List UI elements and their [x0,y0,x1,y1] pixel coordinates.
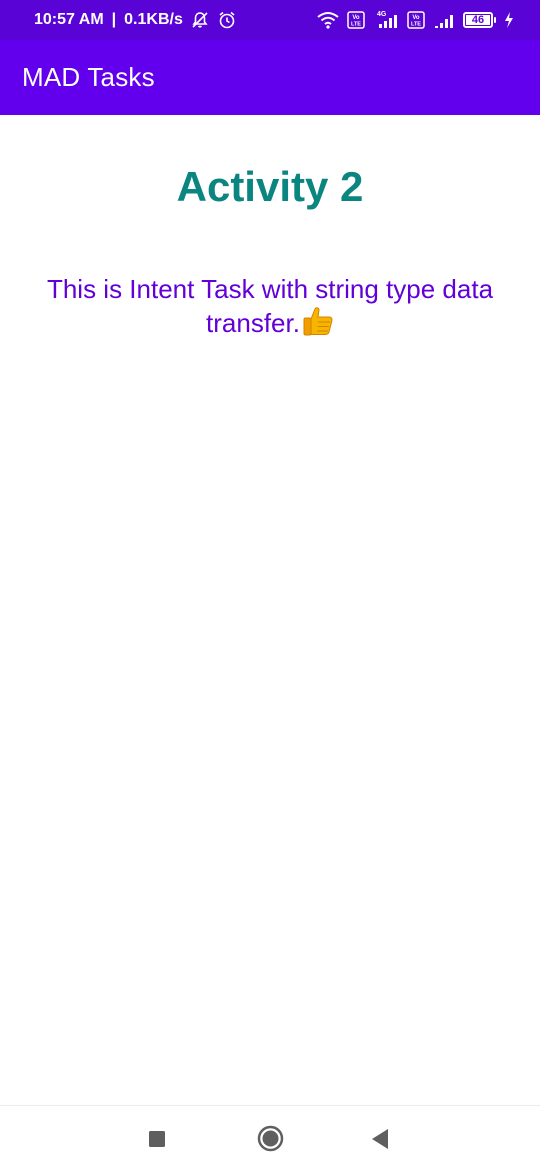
svg-text:4G: 4G [377,11,387,18]
main-content: Activity 2 This is Intent Task with stri… [0,115,540,1105]
signal-icon: 4G [373,10,399,30]
status-time: 10:57 AM [34,11,104,28]
app-title: MAD Tasks [22,62,155,92]
volte-icon-2: Vo LTE [407,11,425,29]
volte-icon: Vo LTE [347,11,365,29]
status-right: Vo LTE 4G Vo LTE 46 [317,10,514,30]
message-text-container: This is Intent Task with string type dat… [20,273,520,344]
svg-text:LTE: LTE [411,22,421,28]
wifi-icon [317,11,339,29]
battery-body: 46 [463,12,493,28]
home-icon[interactable] [257,1125,284,1152]
app-bar: MAD Tasks [0,40,540,115]
status-bar: 10:57 AM | 0.1KB/s Vo LTE 4G Vo LTE 46 [0,0,540,40]
status-left: 10:57 AM | 0.1KB/s [34,10,237,30]
charging-icon [504,12,514,28]
thumbs-up-icon [302,306,334,344]
svg-text:Vo: Vo [412,15,420,21]
battery-level: 46 [466,14,490,25]
svg-text:LTE: LTE [351,22,361,28]
battery-tip [494,17,496,23]
alarm-icon [217,10,237,30]
battery-icon: 46 [463,12,496,28]
status-separator: | [111,11,117,28]
activity-title: Activity 2 [176,163,364,210]
message-text: This is Intent Task with string type dat… [46,274,494,338]
recent-apps-icon[interactable] [148,1130,166,1148]
signal-icon-2 [433,11,455,29]
navigation-bar [0,1105,540,1170]
svg-text:Vo: Vo [352,15,360,21]
screen: 10:57 AM | 0.1KB/s Vo LTE 4G Vo LTE 46 M… [0,0,540,1170]
mute-notifications-icon [191,11,209,29]
back-icon[interactable] [370,1128,390,1150]
status-data-speed: 0.1KB/s [124,11,183,28]
